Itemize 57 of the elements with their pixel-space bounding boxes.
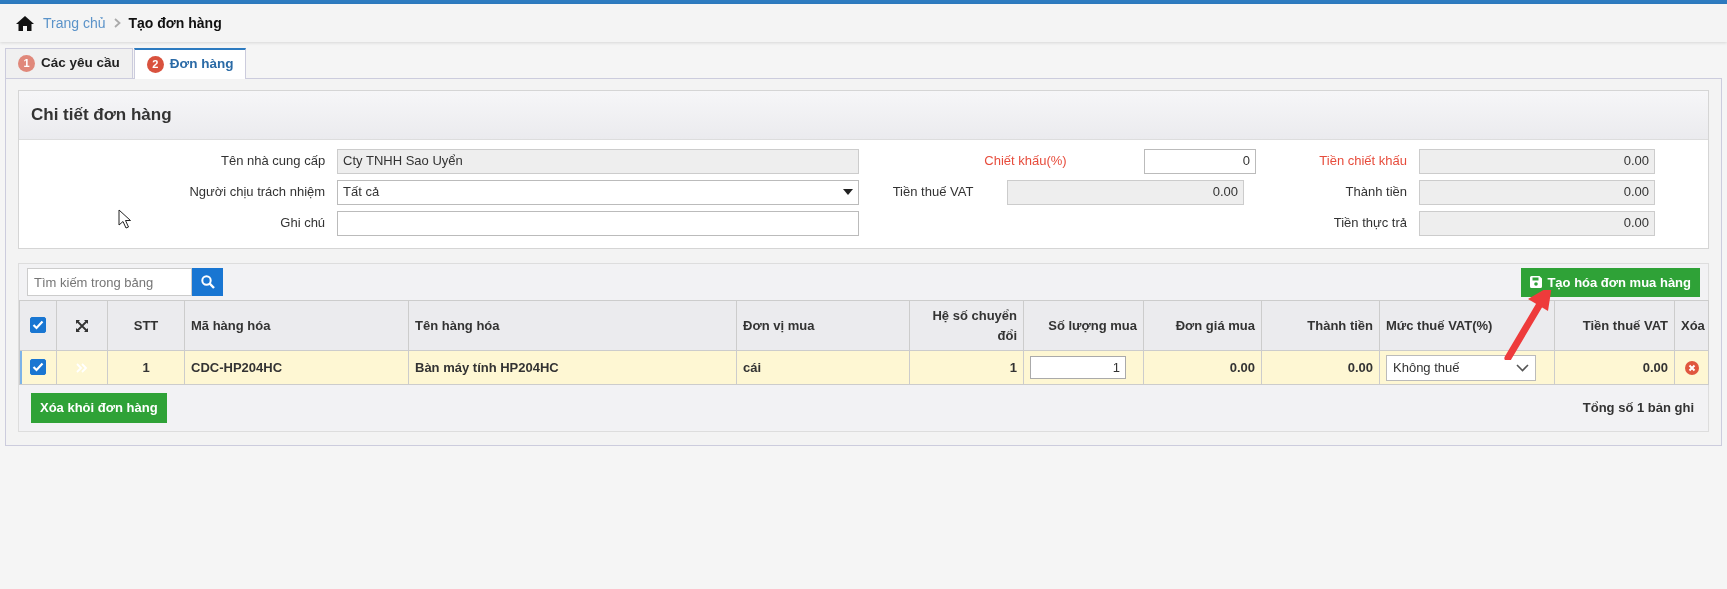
record-count: Tổng số 1 bản ghi xyxy=(1582,399,1694,417)
column-header: Đơn vị mua xyxy=(736,300,910,351)
input-field[interactable]: 0 xyxy=(1144,148,1256,174)
field-label: Tiền chiết khấu xyxy=(1318,152,1408,171)
chevron-down-icon xyxy=(1516,363,1529,372)
input-field: 0.00 xyxy=(1419,179,1655,205)
column-header: Tên hàng hóa xyxy=(408,300,737,351)
column-header: STT xyxy=(107,300,185,351)
chevron-icon xyxy=(113,18,121,28)
field-label: Thành tiền xyxy=(1344,183,1408,202)
table-cell: 1 xyxy=(909,350,1024,385)
column-header: Tiền thuế VAT xyxy=(1554,300,1675,351)
dropdown-icon xyxy=(843,189,853,195)
column-header: Số lượng mua xyxy=(1023,300,1144,351)
column-header: Đơn giá mua xyxy=(1143,300,1262,351)
tab[interactable]: 1 Các yêu cầu xyxy=(5,48,133,78)
input-field: 0.00 xyxy=(1419,148,1655,174)
checkbox[interactable] xyxy=(30,358,46,375)
expand-icon[interactable] xyxy=(76,320,88,333)
panel-title: Chi tiết đơn hàng xyxy=(19,91,1708,140)
home-icon[interactable] xyxy=(15,14,35,32)
field-label: Ghi chú xyxy=(279,214,327,233)
table-cell: Bàn máy tính HP204HC xyxy=(408,350,737,385)
field-label: Chiết khấu(%) xyxy=(983,152,1068,171)
mouse-cursor-icon xyxy=(118,209,132,229)
column-header: Xóa xyxy=(1674,300,1709,351)
input-field[interactable] xyxy=(337,210,859,236)
column-header: Mã hàng hóa xyxy=(184,300,409,351)
step-number: 2 xyxy=(146,56,164,73)
table-cell: 0.00 xyxy=(1554,350,1675,385)
column-header: Thành tiền xyxy=(1261,300,1380,351)
table-cell: CDC-HP204HC xyxy=(184,350,409,385)
table-cell: 0.00 xyxy=(1261,350,1380,385)
table-cell: cái xyxy=(736,350,910,385)
select-field[interactable]: Tất cả xyxy=(337,179,859,205)
save-icon xyxy=(1530,276,1543,289)
delete-icon[interactable] xyxy=(1684,361,1699,376)
field-label: Tên nhà cung cấp xyxy=(220,152,327,171)
table-cell: 1 xyxy=(107,350,185,385)
search-icon xyxy=(200,275,215,290)
field-label: Tiền thuế VAT xyxy=(891,183,975,202)
search-field[interactable]: Tìm kiếm trong bảng xyxy=(27,268,192,297)
field-label: Người chịu trách nhiệm xyxy=(188,183,327,202)
table-cell: 0.00 xyxy=(1143,350,1262,385)
column-header: Hệ số chuyển đổi xyxy=(909,300,1024,351)
column-header: Mức thuế VAT(%) xyxy=(1379,300,1555,351)
breadcrumb-current: Tạo đơn hàng xyxy=(128,13,222,33)
checkbox[interactable] xyxy=(30,316,46,333)
step-number: 1 xyxy=(18,55,35,72)
vat-select[interactable]: Không thuế xyxy=(1386,354,1536,381)
input-field: 0.00 xyxy=(1007,179,1244,205)
input-field: Cty TNHH Sao Uyển xyxy=(337,148,859,174)
search-button[interactable] xyxy=(192,268,223,297)
field-label: Tiền thực trả xyxy=(1332,214,1408,233)
input-field: 0.00 xyxy=(1419,210,1655,236)
tab[interactable]: 2 Đơn hàng xyxy=(133,48,247,79)
quantity-field[interactable]: 1 xyxy=(1030,356,1126,379)
